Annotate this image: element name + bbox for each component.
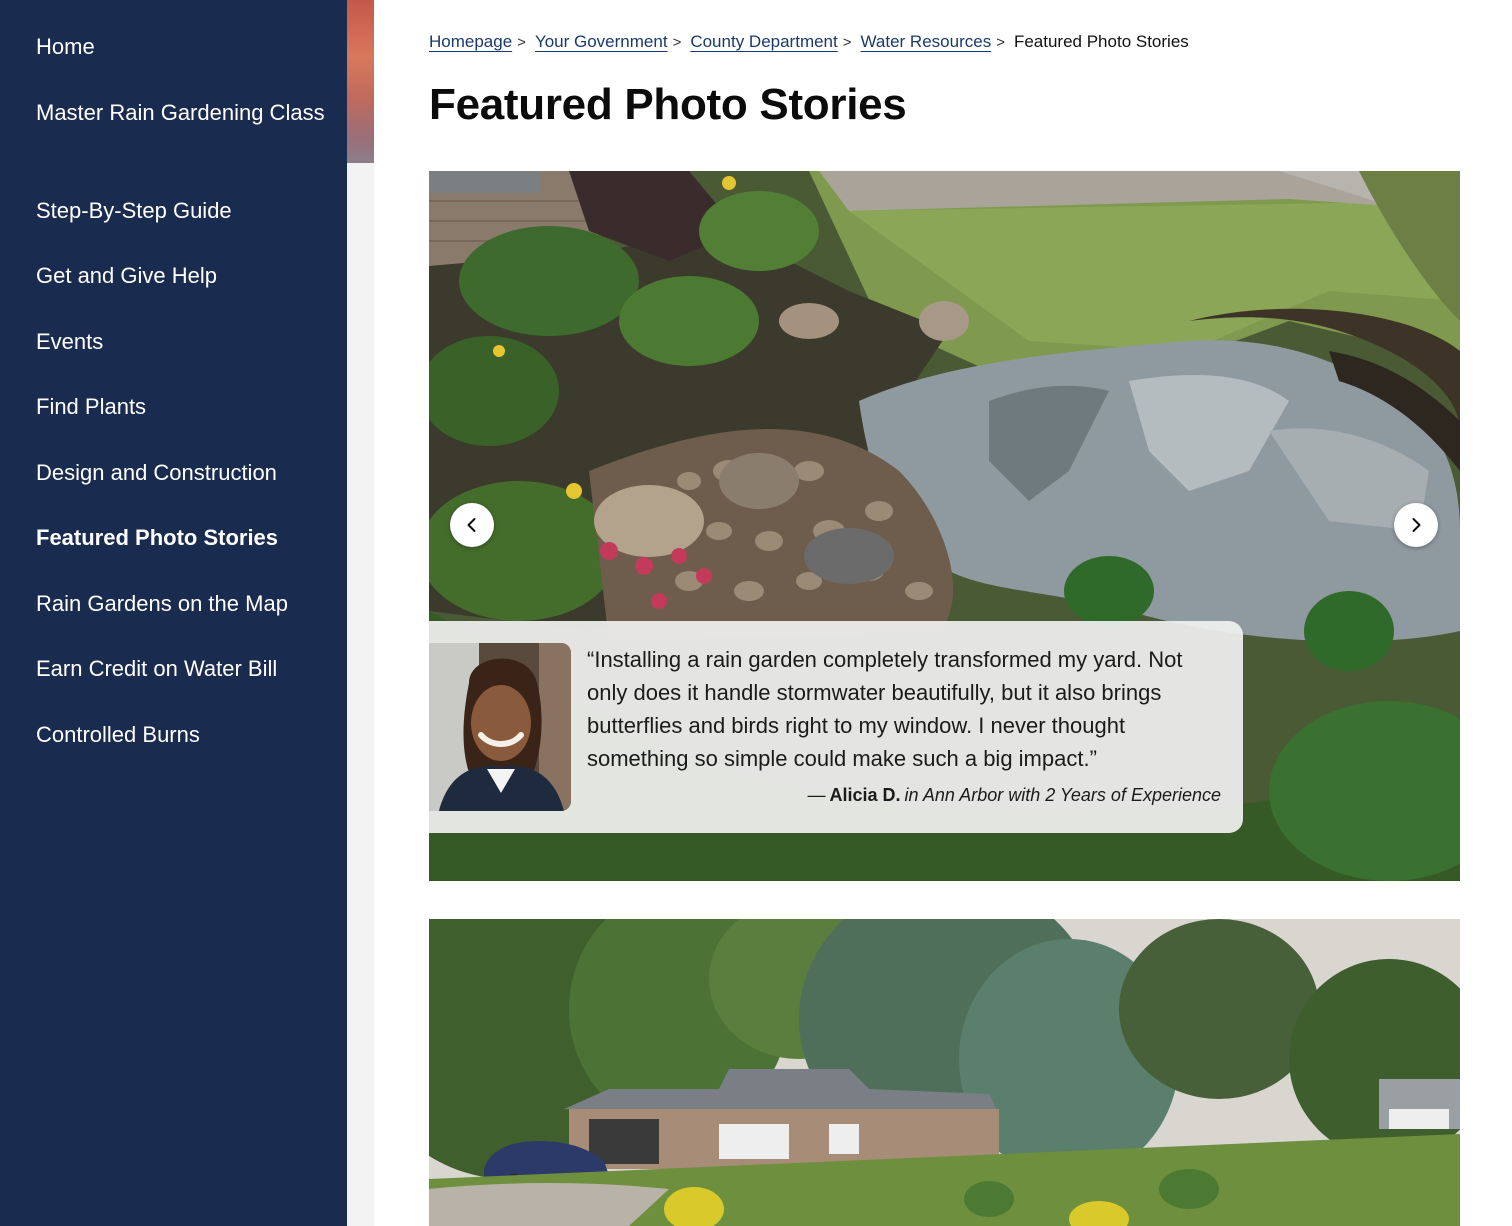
breadcrumb-link-county-department[interactable]: County Department [690, 32, 837, 52]
sidebar-item-featured-photo-stories[interactable]: Featured Photo Stories [36, 521, 326, 554]
sidebar-item-controlled-burns[interactable]: Controlled Burns [36, 718, 326, 751]
breadcrumb-separator: > [996, 33, 1005, 51]
decorative-edge-strip [347, 0, 374, 1226]
chevron-left-icon [467, 518, 476, 532]
breadcrumb-link-your-government[interactable]: Your Government [535, 32, 668, 52]
carousel-next-button[interactable] [1394, 503, 1438, 547]
decorative-sunset-image [347, 0, 374, 163]
carousel-prev-button[interactable] [450, 503, 494, 547]
sidebar-item-find-plants[interactable]: Find Plants [36, 390, 326, 423]
sidebar-item-step-by-step-guide[interactable]: Step-By-Step Guide [36, 194, 326, 227]
sidebar-item-get-and-give-help[interactable]: Get and Give Help [36, 259, 326, 292]
breadcrumb-separator: > [517, 33, 526, 51]
breadcrumb-link-water-resources[interactable]: Water Resources [861, 32, 992, 52]
sidebar-item-home[interactable]: Home [36, 30, 326, 63]
sidebar-item-design-and-construction[interactable]: Design and Construction [36, 456, 326, 489]
sidebar-item-events[interactable]: Events [36, 325, 326, 358]
testimonial-author-name: Alicia D. [829, 785, 901, 805]
testimonial-card: “Installing a rain garden completely tra… [429, 621, 1243, 833]
breadcrumb-separator: > [672, 33, 682, 51]
chevron-right-icon [1412, 518, 1421, 532]
testimonial-attribution: — Alicia D. in Ann Arbor with 2 Years of E… [807, 785, 1221, 806]
testimonial-quote: “Installing a rain garden completely tra… [587, 647, 1183, 771]
sidebar-nav: Home Master Rain Gardening Class Step-By… [0, 0, 347, 1226]
house-garden-photo [429, 919, 1460, 1226]
portrait-photo [429, 643, 571, 811]
attribution-dash: — [807, 785, 826, 805]
avatar [429, 643, 571, 811]
sidebar-item-master-rain-gardening-class[interactable]: Master Rain Gardening Class [36, 96, 326, 129]
sidebar-item-rain-gardens-on-the-map[interactable]: Rain Gardens on the Map [36, 587, 326, 620]
testimonial-author-detail: in Ann Arbor with 2 Years of Experience [904, 785, 1221, 805]
page-title: Featured Photo Stories [429, 80, 907, 129]
breadcrumb-current: Featured Photo Stories [1013, 32, 1189, 51]
breadcrumb-link-homepage[interactable]: Homepage [429, 32, 512, 52]
breadcrumb-separator: > [842, 33, 852, 51]
house-garden-photo-illustration [429, 919, 1460, 1226]
breadcrumb: Homepage > Your Government > County Depa… [429, 30, 1189, 54]
sidebar-item-earn-credit-on-water-bill[interactable]: Earn Credit on Water Bill [36, 652, 326, 685]
